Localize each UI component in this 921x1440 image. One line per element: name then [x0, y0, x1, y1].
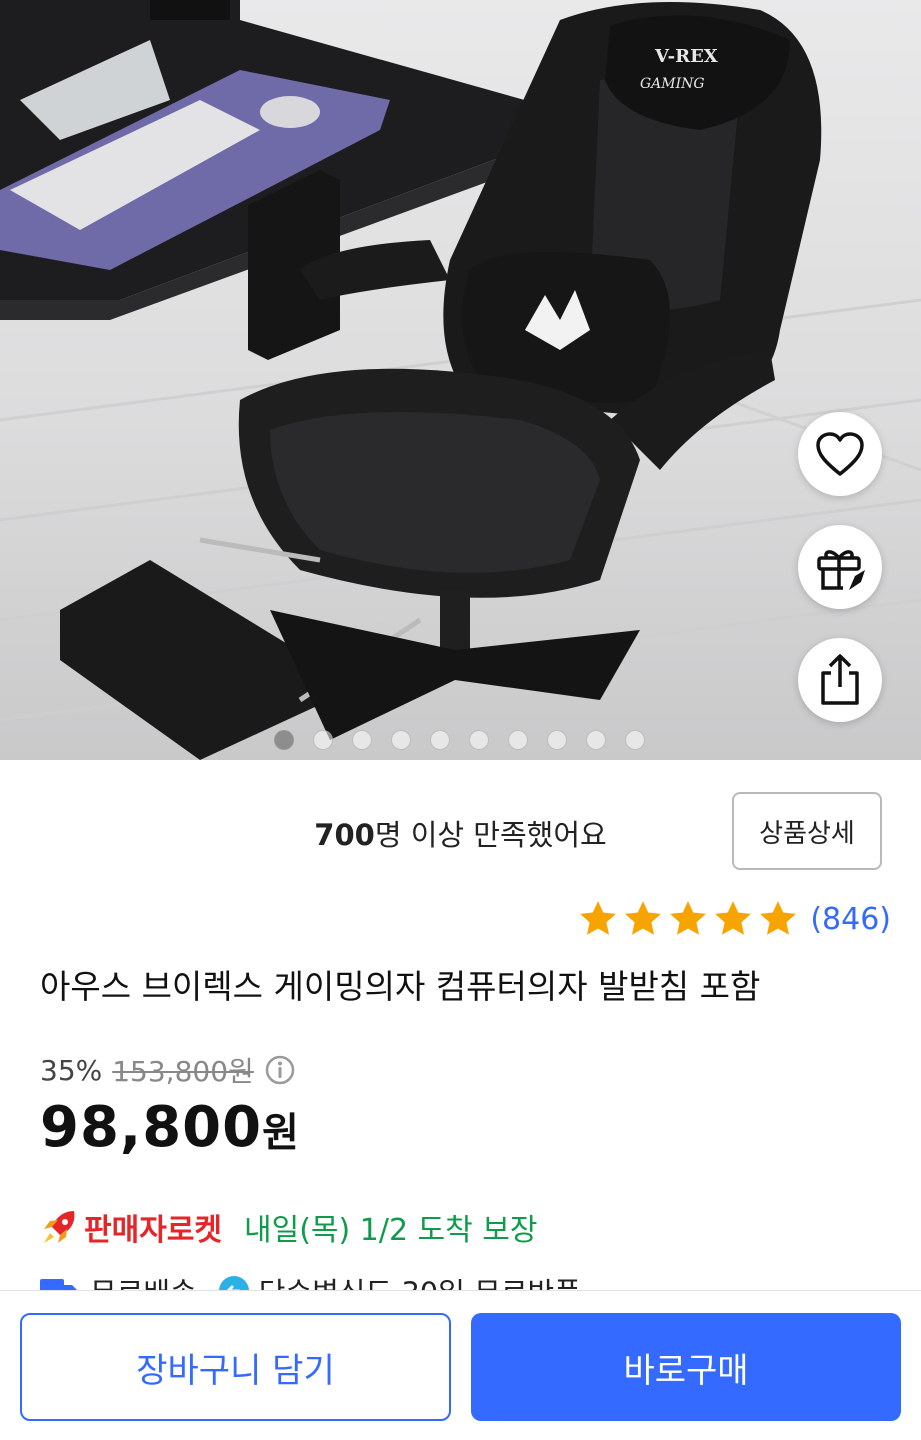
sale-price-number: 98,800 — [40, 1095, 263, 1160]
star-icon — [760, 901, 797, 935]
discount-rate: 35% — [40, 1053, 103, 1087]
chair-brand-text: V-REX — [654, 46, 718, 67]
chair-sub-text: GAMING — [640, 76, 705, 92]
star-icon — [580, 901, 617, 935]
carousel-dot[interactable] — [391, 730, 411, 750]
shipping-info: 무료배송 단순변심도 30일 무료반품 — [40, 1264, 581, 1290]
free-return: 단순변심도 30일 무료반품 — [259, 1270, 581, 1290]
rating[interactable]: (846) — [577, 898, 891, 940]
add-to-cart-button[interactable]: 장바구니 담기 — [20, 1313, 451, 1421]
carousel-dot[interactable] — [313, 730, 333, 750]
heart-icon — [816, 432, 864, 476]
sale-price-unit: 원 — [262, 1110, 300, 1156]
product-image-carousel[interactable]: V-REX GAMING — [0, 0, 921, 760]
gift-icon — [817, 550, 865, 590]
carousel-dot[interactable] — [274, 730, 294, 750]
arrival-date: 내일(목) 1/2 도착 보장 — [244, 1213, 538, 1248]
share-icon — [821, 654, 859, 705]
star-icon — [670, 901, 707, 935]
delivery-info: 판매자로켓 내일(목) 1/2 도착 보장 — [40, 1205, 538, 1249]
carousel-dot[interactable] — [430, 730, 450, 750]
buy-now-button[interactable]: 바로구매 — [471, 1313, 901, 1421]
info-icon[interactable] — [264, 1054, 296, 1086]
product-photo: V-REX GAMING — [0, 0, 921, 760]
bottom-action-bar: 장바구니 담기 바로구매 — [0, 1290, 921, 1440]
wishlist-button[interactable] — [798, 412, 882, 496]
star-icon — [625, 901, 662, 935]
product-title: 아우스 브이렉스 게이밍의자 컴퓨터의자 발받침 포함 — [40, 967, 761, 1006]
return-icon — [218, 1276, 249, 1290]
rocket-label: 판매자로켓 — [84, 1213, 222, 1248]
gift-button[interactable] — [798, 525, 882, 609]
carousel-dot[interactable] — [469, 730, 489, 750]
review-count[interactable]: (846) — [810, 902, 891, 937]
rating-stars — [577, 898, 802, 940]
satisfaction-label: 명 이상 만족했어요 — [374, 818, 607, 852]
carousel-dot[interactable] — [547, 730, 567, 750]
rocket-icon — [44, 1211, 75, 1243]
free-shipping: 무료배송 — [90, 1270, 197, 1290]
truck-icon — [40, 1279, 77, 1290]
satisfaction-count: 700 — [314, 818, 375, 852]
original-price: 153,800원 — [112, 1055, 254, 1088]
carousel-indicator — [274, 730, 645, 750]
star-icon — [715, 901, 752, 935]
carousel-dot[interactable] — [352, 730, 372, 750]
original-price-row: 35% 153,800원 — [40, 1050, 296, 1090]
carousel-dot[interactable] — [508, 730, 528, 750]
sale-price: 98,800원 — [40, 1095, 300, 1160]
share-button[interactable] — [798, 638, 882, 722]
carousel-dot[interactable] — [625, 730, 645, 750]
carousel-dot[interactable] — [586, 730, 606, 750]
product-detail-button[interactable]: 상품상세 — [732, 792, 882, 870]
